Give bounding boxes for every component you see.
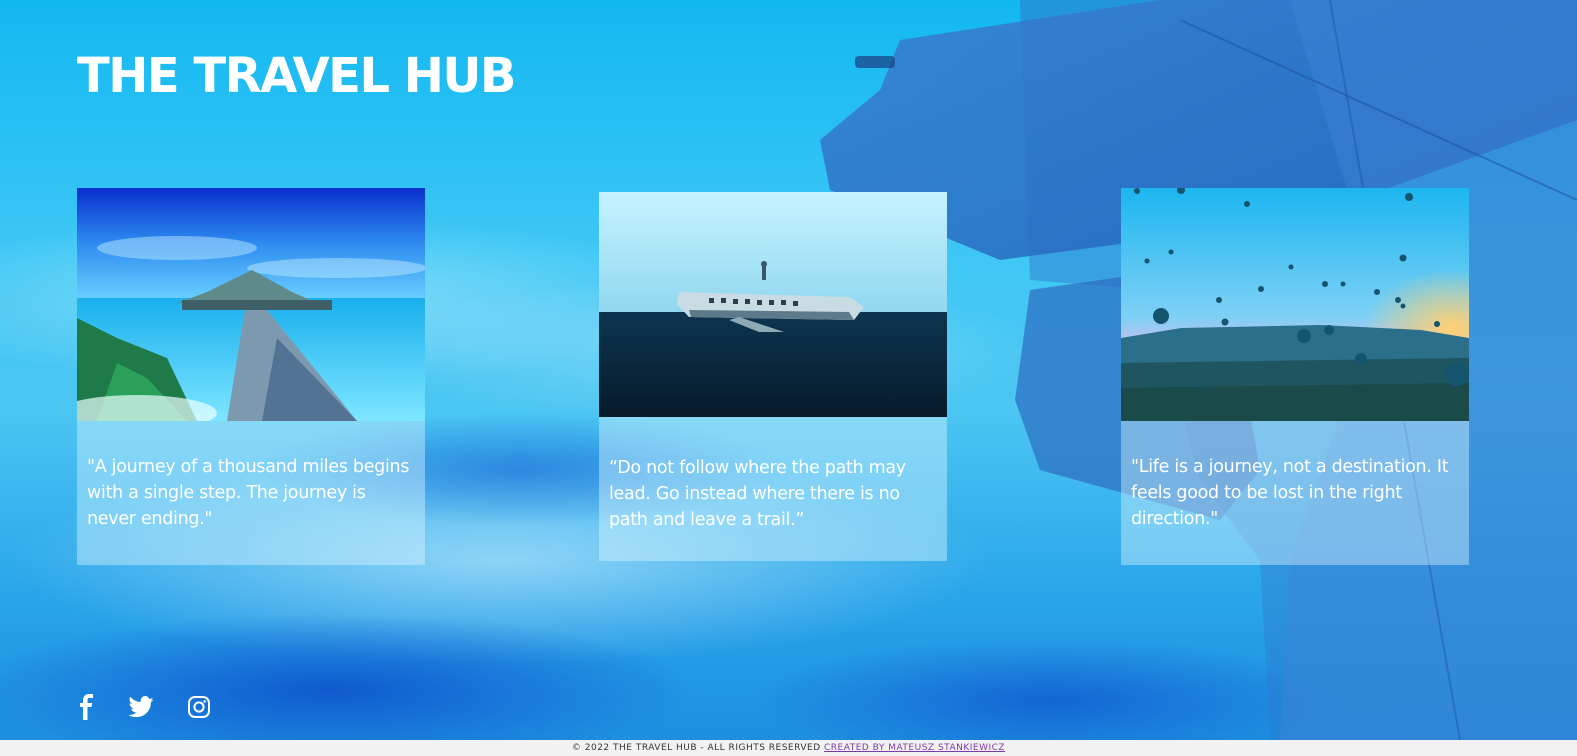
quote-box: "A journey of a thousand miles begins wi…: [77, 421, 425, 565]
quote-card: "A journey of a thousand miles begins wi…: [77, 188, 425, 565]
instagram-icon[interactable]: [187, 695, 211, 719]
tropical-pier-photo: [77, 188, 425, 421]
site-title: THE TRAVEL HUB: [77, 48, 516, 104]
quote-text: "Life is a journey, not a destination. I…: [1131, 457, 1449, 529]
quote-box: “Do not follow where the path may lead. …: [599, 417, 947, 561]
social-links: [77, 694, 235, 720]
copyright-text: © 2022 THE TRAVEL HUB - ALL RIGHTS RESER…: [571, 743, 825, 753]
facebook-icon[interactable]: [77, 694, 97, 720]
quote-card: "Life is a journey, not a destination. I…: [1121, 188, 1469, 565]
hero-background: THE TRAVEL HUB "A journey of a thousand …: [0, 0, 1577, 740]
hot-air-balloons-photo: [1121, 188, 1469, 421]
quote-text: “Do not follow where the path may lead. …: [609, 458, 906, 530]
plane-wreck-photo: [599, 192, 947, 417]
quote-text: "A journey of a thousand miles begins wi…: [87, 457, 410, 529]
author-credit-link[interactable]: CREATED BY MATEUSZ STANKIEWICZ: [824, 743, 1005, 753]
quote-card: “Do not follow where the path may lead. …: [599, 192, 947, 561]
quote-box: "Life is a journey, not a destination. I…: [1121, 421, 1469, 565]
twitter-icon[interactable]: [125, 695, 163, 719]
footer: © 2022 THE TRAVEL HUB - ALL RIGHTS RESER…: [0, 740, 1577, 756]
